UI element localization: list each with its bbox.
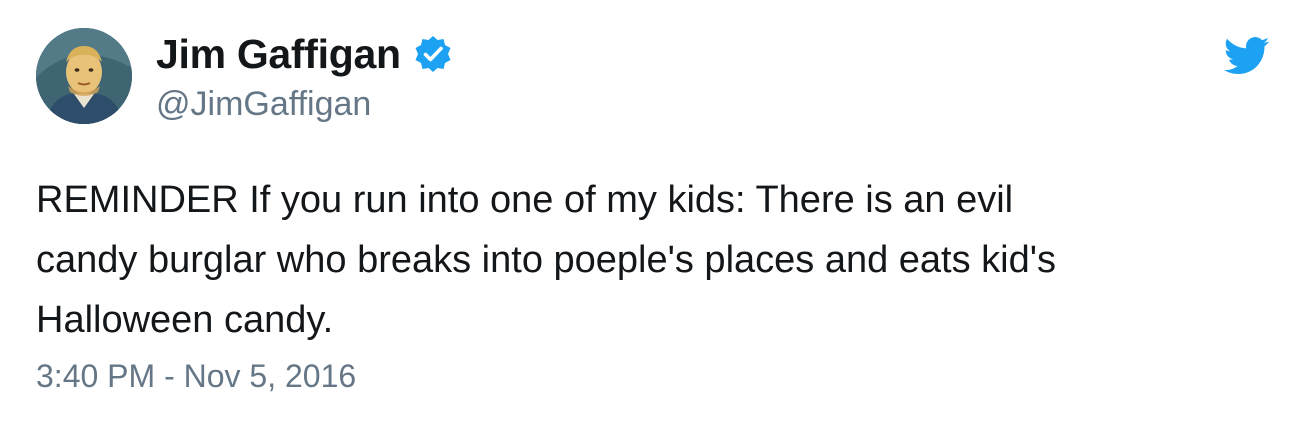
author-display-name[interactable]: Jim Gaffigan [156, 30, 401, 78]
tweet-text-line: Halloween candy. [36, 299, 334, 341]
tweet-timestamp[interactable]: 3:40 PM - Nov 5, 2016 [36, 356, 356, 396]
avatar-portrait-icon [36, 28, 132, 124]
tweet-text: REMINDER If you run into one of my kids:… [36, 170, 1276, 350]
avatar[interactable] [36, 28, 132, 124]
verified-badge-icon [413, 34, 453, 74]
tweet-card: Jim Gaffigan @JimGaffigan REMINDER If yo… [0, 0, 1305, 422]
author-name-row: Jim Gaffigan [156, 30, 453, 78]
author-handle[interactable]: @JimGaffigan [156, 84, 371, 124]
twitter-bird-icon[interactable] [1223, 36, 1270, 76]
tweet-text-line: candy burglar who breaks into poeple's p… [36, 239, 1057, 281]
tweet-text-line: REMINDER If you run into one of my kids:… [36, 179, 1014, 221]
